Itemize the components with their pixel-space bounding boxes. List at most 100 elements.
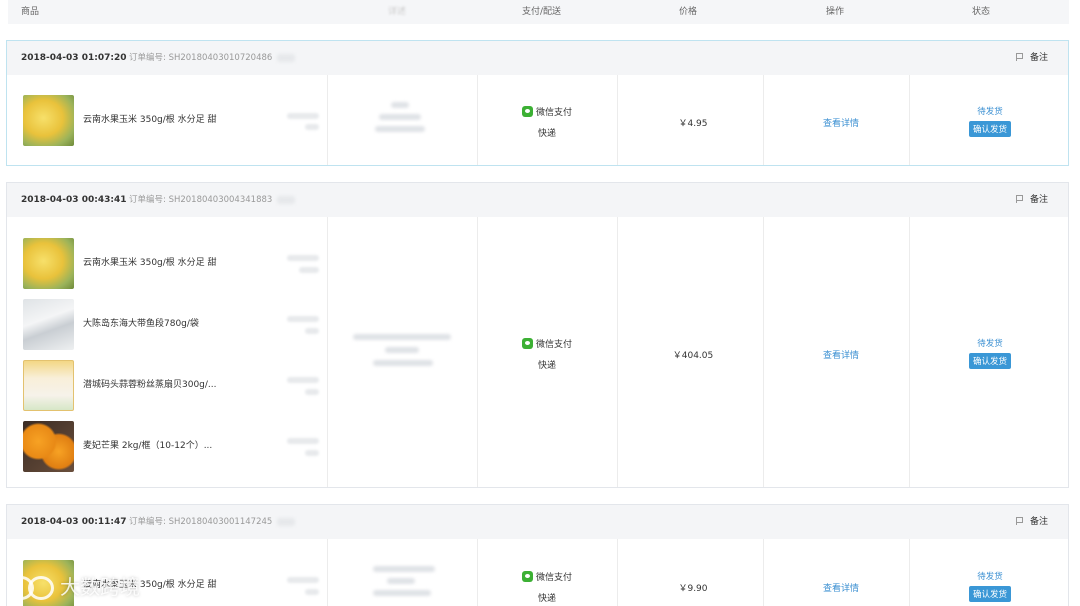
fish-thumbnail[interactable] (23, 299, 74, 350)
list-item[interactable]: 潜城码头蒜蓉粉丝蒸扇贝300g/... (7, 355, 327, 416)
product-name[interactable]: 麦妃芒果 2kg/框（10-12个）... (83, 416, 212, 477)
order-body: 云南水果玉米 350g/根 水分足 甜 微信支付 快递 ￥4.95 查看详情 待… (7, 75, 1068, 165)
order-card: 2018-04-03 00:43:41 订单编号: SH201804030043… (6, 182, 1069, 488)
payment-method: 微信支付 (535, 573, 572, 583)
column-header-product: 商品 (21, 7, 40, 17)
address-redacted (373, 566, 435, 572)
item-price-redacted (287, 255, 319, 261)
column-header-action: 操作 (826, 7, 845, 17)
order-card: 2018-04-03 00:11:47 订单编号: SH201804030011… (6, 504, 1069, 606)
product-name[interactable]: 云南水果玉米 350g/根 水分足 甜 (83, 90, 217, 151)
status-badge: 待发货 (977, 572, 1003, 582)
buyer-redacted (387, 578, 415, 584)
address-redacted (379, 114, 421, 120)
flag-icon (1015, 517, 1023, 525)
note-button[interactable]: 备注 (1015, 183, 1048, 217)
order-body: 云南水果玉米 350g/根 水分足 甜 大陈岛东海大带鱼段780g/袋 潜城码头… (7, 217, 1068, 487)
payment-method: 微信支付 (535, 108, 572, 118)
payment-method: 微信支付 (535, 340, 572, 350)
order-number-redacted (277, 518, 295, 526)
order-number: 订单编号: SH20180403004341883 (129, 195, 273, 205)
list-item[interactable]: 麦妃芒果 2kg/框（10-12个）... (7, 416, 327, 477)
table-header: 商品 详述 支付/配送 价格 操作 状态 (8, 0, 1069, 24)
order-date: 2018-04-03 00:43:41 (21, 195, 127, 205)
corn-thumbnail[interactable] (23, 95, 74, 146)
phone-redacted (375, 126, 425, 132)
buyer-redacted (385, 347, 419, 353)
watermark-text: 大数跨境 (60, 574, 140, 599)
order-header: 2018-04-03 00:43:41 订单编号: SH201804030043… (7, 183, 1068, 217)
note-button[interactable]: 备注 (1015, 505, 1048, 539)
phone-redacted (373, 360, 433, 366)
order-price: ￥9.90 (678, 584, 708, 594)
column-header-payment: 支付/配送 (522, 7, 562, 17)
order-date: 2018-04-03 01:07:20 (21, 53, 127, 63)
product-name[interactable]: 潜城码头蒜蓉粉丝蒸扇贝300g/... (83, 355, 217, 416)
shipping-method: 快递 (537, 361, 556, 371)
status-cell: 待发货 确认发货 (915, 105, 1065, 137)
item-price-redacted (287, 316, 319, 322)
status-cell: 待发货 确认发货 (915, 337, 1065, 369)
item-price-redacted (287, 377, 319, 383)
list-item[interactable]: 大陈岛东海大带鱼段780g/袋 (7, 294, 327, 355)
watermark: 大数跨境 (6, 568, 140, 602)
confirm-ship-button[interactable]: 确认发货 (968, 353, 1011, 369)
flag-icon (1015, 195, 1023, 203)
order-number-redacted (277, 196, 295, 204)
item-qty-redacted (299, 267, 319, 273)
order-header: 2018-04-03 00:11:47 订单编号: SH201804030011… (7, 505, 1068, 539)
order-price: ￥4.95 (678, 119, 708, 129)
order-number: 订单编号: SH20180403001147245 (129, 517, 273, 527)
confirm-ship-button[interactable]: 确认发货 (968, 586, 1011, 602)
product-name[interactable]: 云南水果玉米 350g/根 水分足 甜 (83, 233, 217, 294)
view-details-link[interactable]: 查看详情 (767, 116, 915, 129)
buyer-redacted (391, 102, 409, 108)
order-header: 2018-04-03 01:07:20 订单编号: SH201804030107… (7, 41, 1068, 75)
payment-info: 微信支付 快递 (477, 570, 617, 604)
status-cell: 待发货 确认发货 (915, 570, 1065, 602)
product-name[interactable]: 大陈岛东海大带鱼段780g/袋 (83, 294, 199, 355)
shipping-method: 快递 (537, 594, 556, 604)
flag-icon (1015, 53, 1023, 61)
phone-redacted (373, 590, 431, 596)
order-number-redacted (277, 54, 295, 62)
payment-info: 微信支付 快递 (477, 337, 617, 371)
list-item[interactable]: 云南水果玉米 350g/根 水分足 甜 (7, 90, 327, 151)
item-qty-redacted (305, 450, 319, 456)
status-badge: 待发货 (977, 107, 1003, 117)
item-price-redacted (287, 438, 319, 444)
mango-thumbnail[interactable] (23, 421, 74, 472)
column-header-price: 价格 (679, 7, 698, 17)
order-number: 订单编号: SH20180403010720486 (129, 53, 273, 63)
note-label: 备注 (1029, 195, 1048, 205)
corn-thumbnail[interactable] (23, 238, 74, 289)
item-qty-redacted (305, 124, 319, 130)
order-card: 2018-04-03 01:07:20 订单编号: SH201804030107… (6, 40, 1069, 166)
payment-info: 微信支付 快递 (477, 105, 617, 139)
view-details-link[interactable]: 查看详情 (767, 581, 915, 594)
order-price: ￥404.05 (672, 351, 714, 361)
note-button[interactable]: 备注 (1015, 41, 1048, 75)
item-price-redacted (287, 577, 319, 583)
watermark-logo-icon (6, 573, 54, 600)
item-qty-redacted (305, 328, 319, 334)
confirm-ship-button[interactable]: 确认发货 (968, 121, 1011, 137)
item-qty-redacted (305, 589, 319, 595)
item-price-redacted (287, 113, 319, 119)
wechat-icon (521, 106, 533, 117)
view-details-link[interactable]: 查看详情 (767, 348, 915, 361)
column-header-detail: 详述 (388, 7, 407, 17)
note-label: 备注 (1029, 53, 1048, 63)
order-date: 2018-04-03 00:11:47 (21, 517, 127, 527)
address-redacted (353, 334, 451, 340)
wechat-icon (521, 338, 533, 349)
status-badge: 待发货 (977, 339, 1003, 349)
column-header-status: 状态 (972, 7, 991, 17)
note-label: 备注 (1029, 517, 1048, 527)
list-item[interactable]: 云南水果玉米 350g/根 水分足 甜 (7, 233, 327, 294)
item-qty-redacted (305, 389, 319, 395)
shipping-method: 快递 (537, 129, 556, 139)
scallop-thumbnail[interactable] (23, 360, 74, 411)
wechat-icon (521, 571, 533, 582)
order-body: 云南水果玉米 350g/根 水分足 甜 微信支付 快递 ￥9.90 查看详情 待… (7, 539, 1068, 606)
